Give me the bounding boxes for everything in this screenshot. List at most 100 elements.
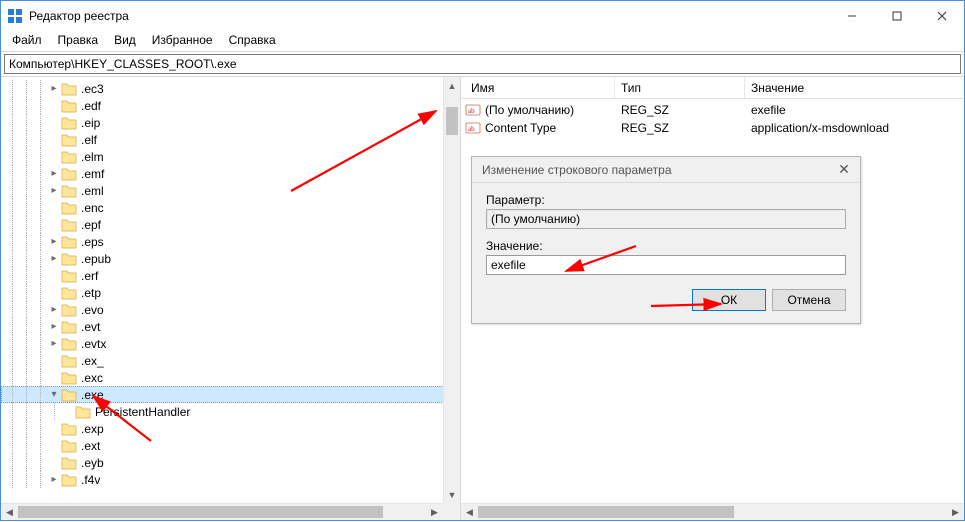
tree-item-label: .etp [81,286,101,300]
folder-icon [61,439,77,453]
menu-view[interactable]: Вид [107,32,143,48]
folder-icon [61,235,77,249]
expand-icon[interactable]: ▸ [47,304,61,315]
value-data: application/x-msdownload [745,121,964,135]
menu-file[interactable]: Файл [5,32,49,48]
tree-item-label: .exc [81,371,103,385]
tree-item[interactable]: .ex_ [1,352,460,369]
scroll-down-icon[interactable]: ▼ [444,486,460,503]
tree-item[interactable]: .elm [1,148,460,165]
tree-item-label: .epub [81,252,111,266]
tree-item[interactable]: .eyb [1,454,460,471]
tree-item[interactable]: ▸ .epub [1,250,460,267]
svg-text:ab: ab [468,107,475,115]
menu-edit[interactable]: Правка [51,32,106,48]
tree-item-label: .eps [81,235,104,249]
maximize-button[interactable] [874,1,919,31]
scroll-right-icon[interactable]: ▶ [426,504,443,520]
scroll-left-icon[interactable]: ◀ [461,504,478,520]
tree-item-label: .epf [81,218,101,232]
folder-icon [61,371,77,385]
tree-item[interactable]: .epf [1,216,460,233]
expand-icon[interactable]: ▸ [47,474,61,485]
collapse-icon[interactable]: ▾ [47,389,61,400]
tree-item[interactable]: .exc [1,369,460,386]
tree-item-label: PersistentHandler [95,405,190,419]
expand-icon[interactable]: ▸ [47,338,61,349]
tree-item[interactable]: ▸.emf [1,165,460,182]
tree-item[interactable]: ▸.eml [1,182,460,199]
tree-item-label: .elf [81,133,97,147]
scroll-right-icon[interactable]: ▶ [947,504,964,520]
tree-item[interactable]: .etp [1,284,460,301]
list-scroll-thumb-h[interactable] [478,506,734,518]
list-scrollbar-h[interactable]: ◀ ▶ [461,503,964,520]
expand-icon[interactable]: ▸ [47,321,61,332]
folder-icon [61,456,77,470]
registry-tree[interactable]: ▸.ec3.edf.eip.elf.elm▸.emf▸.eml.enc.epf▸… [1,77,460,491]
scroll-left-icon[interactable]: ◀ [1,504,18,520]
tree-scroll-thumb-h[interactable] [18,506,383,518]
tree-item[interactable]: ▸.f4v [1,471,460,488]
tree-item-label: .ext [81,439,100,453]
tree-item[interactable]: .elf [1,131,460,148]
scroll-up-icon[interactable]: ▲ [444,77,460,94]
dialog-title: Изменение строкового параметра [482,163,672,177]
dialog-close-button[interactable]: ✕ [834,161,854,178]
value-data: exefile [745,103,964,117]
close-button[interactable] [919,1,964,31]
address-input[interactable] [4,54,961,74]
folder-icon [75,405,91,419]
window-title: Редактор реестра [29,9,829,23]
tree-pane: ▸.ec3.edf.eip.elf.elm▸.emf▸.eml.enc.epf▸… [1,77,461,520]
expand-icon[interactable]: ▸ [47,236,61,247]
menu-help[interactable]: Справка [222,32,283,48]
tree-item[interactable]: .eip [1,114,460,131]
col-value[interactable]: Значение [745,77,964,98]
value-row[interactable]: abContent TypeREG_SZapplication/x-msdown… [461,119,964,137]
tree-scrollbar-h[interactable]: ◀ ▶ [1,503,443,520]
folder-icon [61,201,77,215]
tree-item[interactable]: .edf [1,97,460,114]
dialog-titlebar[interactable]: Изменение строкового параметра ✕ [472,157,860,183]
param-label: Параметр: [486,193,846,207]
tree-item[interactable]: ▸.evtx [1,335,460,352]
col-type[interactable]: Тип [615,77,745,98]
minimize-button[interactable] [829,1,874,31]
value-label: Значение: [486,239,846,253]
tree-item-label: .erf [81,269,98,283]
tree-item[interactable]: ▸ .eps [1,233,460,250]
ok-button[interactable]: ОК [692,289,766,311]
tree-item[interactable]: PersistentHandler [1,403,460,420]
expand-icon[interactable]: ▸ [47,168,61,179]
tree-item-label: .eyb [81,456,104,470]
values-list[interactable]: ab(По умолчанию)REG_SZexefileabContent T… [461,99,964,139]
tree-item[interactable]: ▸.evt [1,318,460,335]
tree-item[interactable]: .ext [1,437,460,454]
tree-scrollbar-v[interactable]: ▲ ▼ [443,77,460,503]
tree-item[interactable]: .enc [1,199,460,216]
value-row[interactable]: ab(По умолчанию)REG_SZexefile [461,101,964,119]
cancel-button[interactable]: Отмена [772,289,846,311]
menu-favorites[interactable]: Избранное [145,32,220,48]
tree-item[interactable]: .erf [1,267,460,284]
scroll-corner [443,503,460,520]
col-name[interactable]: Имя [465,77,615,98]
list-header: Имя Тип Значение [461,77,964,99]
tree-item[interactable]: ▾.exe [1,386,460,403]
tree-item[interactable]: ▸.evo [1,301,460,318]
expand-icon[interactable]: ▸ [47,185,61,196]
expand-icon[interactable]: ▸ [47,83,61,94]
tree-item[interactable]: ▸.ec3 [1,80,460,97]
string-value-icon: ab [465,120,481,136]
svg-text:ab: ab [468,125,475,133]
folder-icon [61,354,77,368]
folder-icon [61,269,77,283]
tree-item[interactable]: .exp [1,420,460,437]
folder-icon [61,184,77,198]
folder-icon [61,82,77,96]
expand-icon[interactable]: ▸ [47,253,61,264]
value-field[interactable] [486,255,846,275]
tree-scroll-thumb-v[interactable] [446,107,458,135]
folder-icon [61,218,77,232]
